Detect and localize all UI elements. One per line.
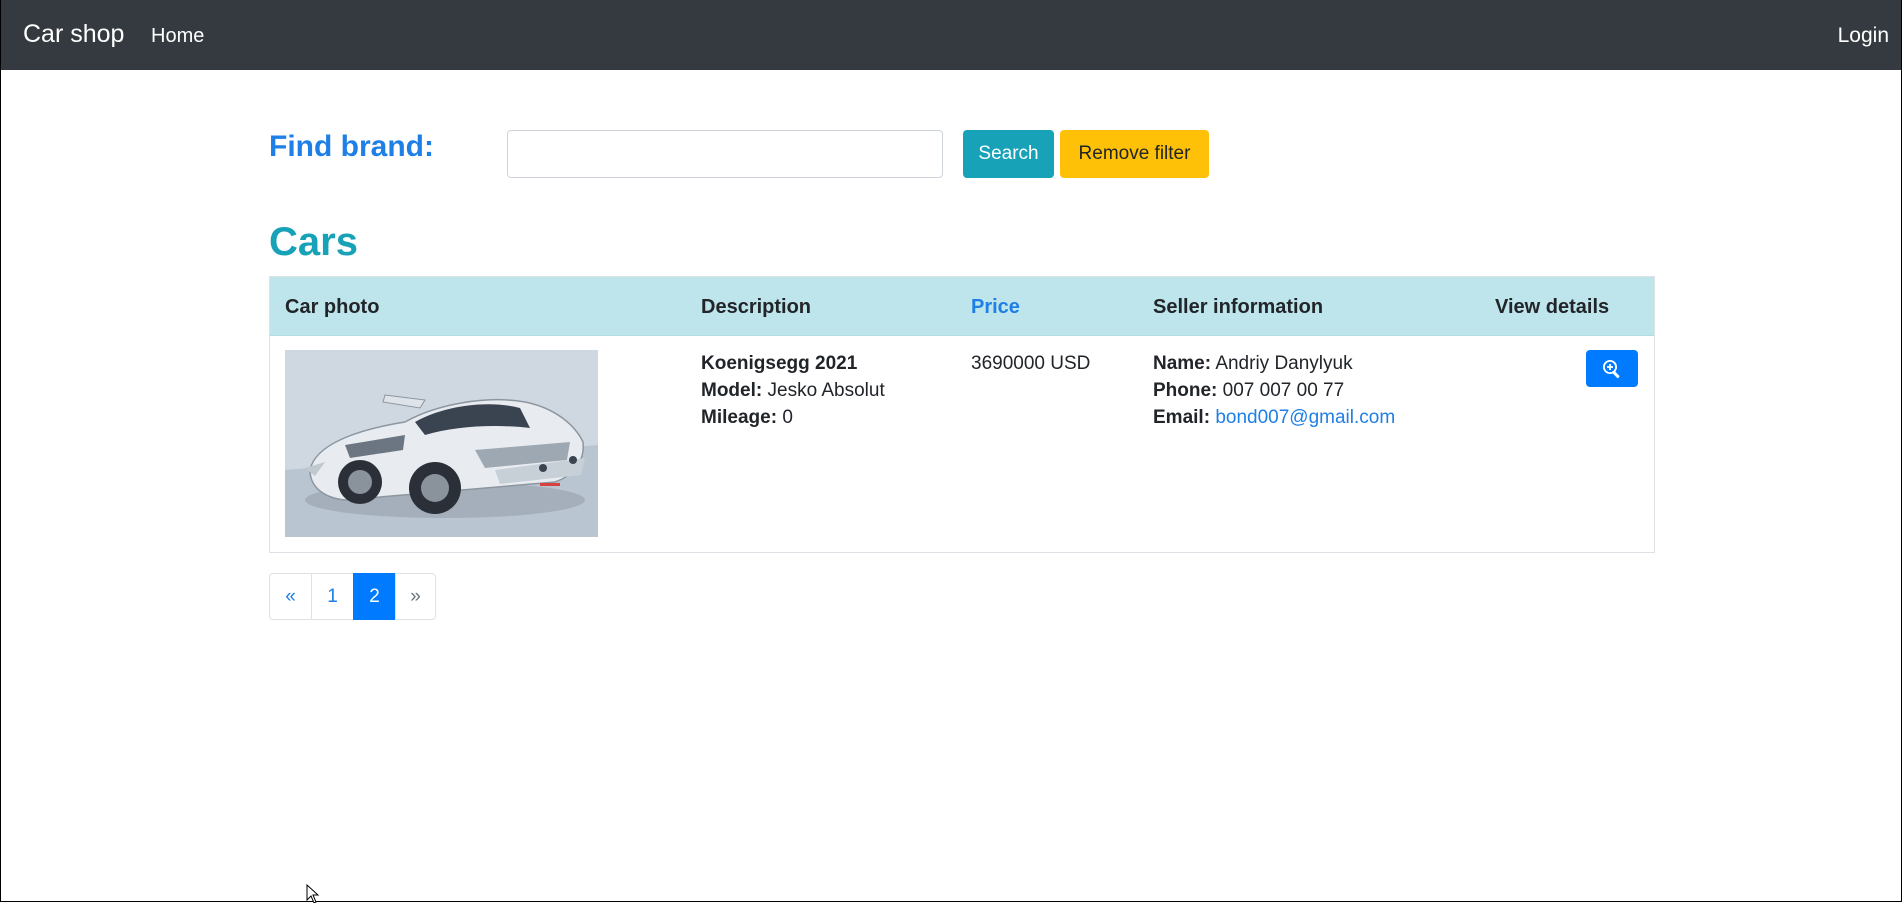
page: Car shop Home Login Find brand: Search R…: [0, 0, 1902, 903]
header-car-photo: Car photo: [285, 296, 380, 318]
view-details-button[interactable]: [1586, 350, 1638, 387]
seller-email-link[interactable]: bond007@gmail.com: [1215, 407, 1395, 428]
cars-table: Car photo Description Price Seller infor…: [269, 276, 1655, 553]
model-label: Model:: [701, 380, 763, 401]
zoom-in-icon: [1603, 359, 1620, 378]
header-seller-information: Seller information: [1153, 296, 1324, 318]
header-view-details: View details: [1495, 296, 1610, 318]
pagination-page-1[interactable]: 1: [311, 573, 354, 620]
seller-email-label: Email:: [1153, 407, 1211, 428]
seller-name-value: Andriy Danylyuk: [1215, 353, 1353, 374]
page-title: Cars: [269, 220, 358, 264]
pagination-page-2[interactable]: 2: [353, 573, 396, 620]
seller-cell: Name: Andriy Danylyuk Phone: 007 007 00 …: [1153, 350, 1395, 431]
pagination: « 1 2 »: [269, 573, 436, 620]
pagination-next[interactable]: »: [395, 573, 436, 620]
navbar: Car shop Home Login: [1, 0, 1901, 70]
car-photo: [285, 350, 598, 537]
seller-phone-value: 007 007 00 77: [1222, 380, 1345, 401]
pagination-prev[interactable]: «: [269, 573, 312, 620]
brand-search-input[interactable]: [507, 130, 943, 178]
table-header-row: Car photo Description Price Seller infor…: [270, 277, 1654, 336]
description-cell: Koenigsegg 2021 Model: Jesko Absolut Mil…: [701, 350, 885, 431]
mileage-value: 0: [782, 407, 793, 428]
seller-phone-label: Phone:: [1153, 380, 1218, 401]
remove-filter-button[interactable]: Remove filter: [1060, 130, 1209, 178]
header-description: Description: [701, 296, 812, 318]
find-brand-label: Find brand:: [269, 130, 434, 163]
mileage-label: Mileage:: [701, 407, 778, 428]
search-button[interactable]: Search: [963, 130, 1054, 178]
nav-login-link[interactable]: Login: [1838, 24, 1889, 48]
car-title: Koenigsegg 2021: [701, 353, 858, 374]
seller-name-label: Name:: [1153, 353, 1212, 374]
header-price-sort-link[interactable]: Price: [971, 296, 1020, 319]
model-value: Jesko Absolut: [767, 380, 885, 401]
price-value: 3690000 USD: [971, 353, 1091, 374]
mouse-pointer-icon: [306, 884, 320, 903]
nav-home-link[interactable]: Home: [151, 25, 204, 48]
brand-link[interactable]: Car shop: [23, 20, 124, 49]
